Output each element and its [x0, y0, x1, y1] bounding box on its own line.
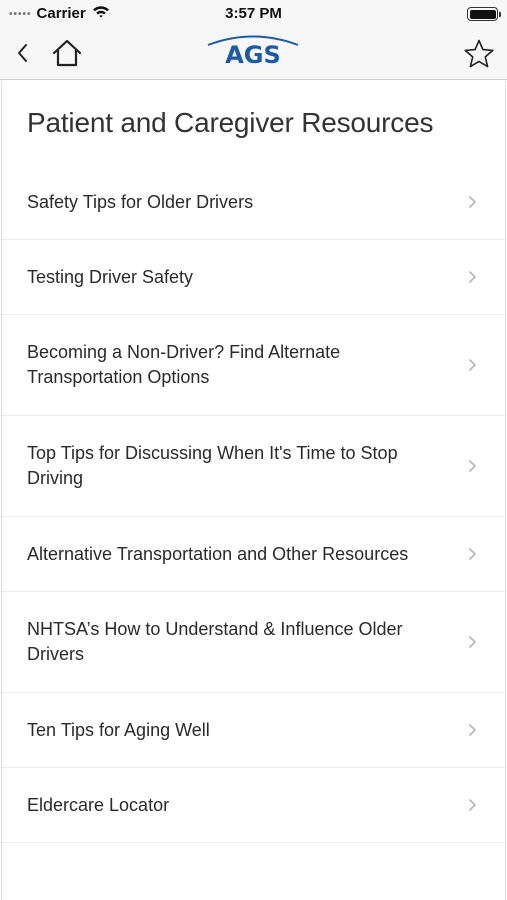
logo-text: AGS [225, 41, 281, 69]
list-item-label: Top Tips for Discussing When It's Time t… [27, 443, 398, 488]
navigation-bar: AGS [0, 28, 507, 80]
back-icon [18, 44, 27, 62]
chevron-right-icon [468, 635, 477, 649]
chevron-right-icon [468, 195, 477, 209]
chevron-right-icon [468, 723, 477, 737]
list-item[interactable]: NHTSA’s How to Understand & Influence Ol… [2, 592, 505, 693]
back-button[interactable] [8, 38, 36, 68]
list-item-label: Ten Tips for Aging Well [27, 719, 210, 740]
list-item-label: NHTSA’s How to Understand & Influence Ol… [27, 619, 403, 664]
list-item-label: Alternative Transportation and Other Res… [27, 543, 409, 564]
list-item-label: Eldercare Locator [27, 794, 170, 815]
status-bar: ••••• Carrier 3:57 PM [0, 0, 507, 28]
chevron-right-icon [468, 459, 477, 473]
list-item[interactable]: Safety Tips for Older Drivers [2, 165, 505, 240]
list-item[interactable]: Alternative Transportation and Other Res… [2, 517, 505, 592]
favorite-button[interactable] [461, 36, 497, 72]
chevron-right-icon [468, 358, 477, 372]
list-item[interactable]: Eldercare Locator [2, 768, 505, 843]
chevron-right-icon [468, 798, 477, 812]
resource-list: Safety Tips for Older Drivers Testing Dr… [2, 165, 505, 843]
chevron-right-icon [468, 547, 477, 561]
list-item[interactable]: Ten Tips for Aging Well [2, 693, 505, 768]
home-icon [52, 39, 82, 67]
star-icon [464, 39, 494, 68]
home-button[interactable] [50, 36, 84, 70]
list-item-label: Testing Driver Safety [27, 266, 194, 287]
ags-logo: AGS [204, 32, 302, 72]
list-item[interactable]: Becoming a Non-Driver? Find Alternate Tr… [2, 315, 505, 416]
battery-icon [467, 7, 501, 21]
status-time: 3:57 PM [225, 5, 282, 22]
list-item[interactable]: Top Tips for Discussing When It's Time t… [2, 416, 505, 517]
list-item[interactable]: Testing Driver Safety [2, 240, 505, 315]
list-item-label: Becoming a Non-Driver? Find Alternate Tr… [27, 342, 341, 387]
page-title: Patient and Caregiver Resources [27, 107, 434, 138]
content-area: Patient and Caregiver Resources Safety T… [1, 81, 506, 900]
chevron-right-icon [468, 270, 477, 284]
list-item-label: Safety Tips for Older Drivers [27, 191, 254, 212]
